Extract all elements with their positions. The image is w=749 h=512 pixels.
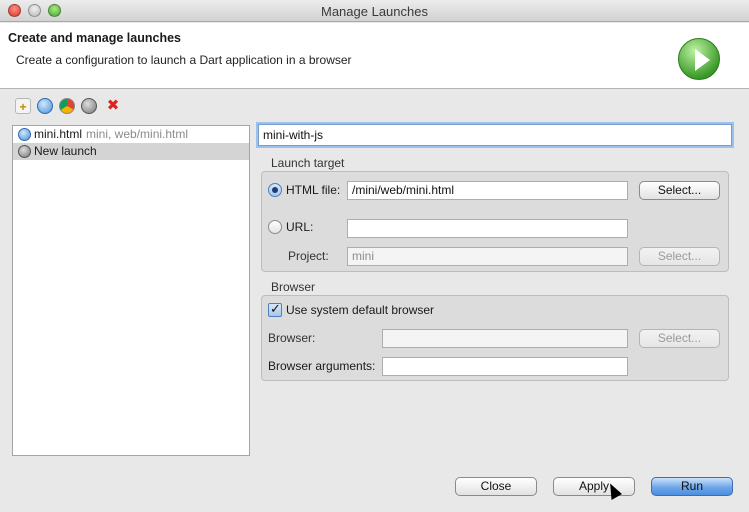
dialog-title: Create and manage launches <box>8 31 181 45</box>
browser-arguments-label: Browser arguments: <box>268 359 376 373</box>
dart-launch-icon[interactable] <box>37 98 53 114</box>
project-field: mini <box>347 247 628 266</box>
launch-target-label: Launch target <box>271 156 345 170</box>
launch-name-input[interactable]: mini-with-js <box>258 124 732 146</box>
launch-list[interactable]: mini.html mini, web/mini.html New launch <box>12 125 250 456</box>
checkmark-icon: ✓ <box>270 301 281 316</box>
project-select-button: Select... <box>639 247 720 266</box>
window-title: Manage Launches <box>321 4 428 19</box>
browser-field <box>382 329 628 348</box>
chrome-launch-icon[interactable] <box>59 98 75 114</box>
html-file-radio[interactable] <box>268 183 282 197</box>
list-item[interactable]: New launch <box>13 143 249 160</box>
launch-name: mini.html <box>34 127 83 141</box>
launch-target-group: HTML file: /mini/web/mini.html Select...… <box>261 171 729 272</box>
launch-name: New launch <box>34 144 97 158</box>
apply-button[interactable]: Apply <box>553 477 635 496</box>
close-button[interactable]: Close <box>455 477 537 496</box>
url-radio[interactable] <box>268 220 282 234</box>
dialog-description: Create a configuration to launch a Dart … <box>16 53 352 67</box>
new-launch-icon[interactable]: + <box>15 98 31 114</box>
browser-select-button: Select... <box>639 329 720 348</box>
window-titlebar: Manage Launches <box>0 0 749 22</box>
delete-icon[interactable]: ✖ <box>105 98 121 114</box>
launch-detail: mini, web/mini.html <box>86 127 189 141</box>
default-browser-label: Use system default browser <box>286 303 435 317</box>
browser-arguments-field[interactable] <box>382 357 628 376</box>
browser-group-label: Browser <box>271 280 316 294</box>
project-label: Project: <box>288 249 329 263</box>
run-button[interactable]: Run <box>651 477 733 496</box>
default-browser-checkbox[interactable]: ✓ <box>268 301 282 317</box>
html-file-select-button[interactable]: Select... <box>639 181 720 200</box>
url-field[interactable] <box>347 219 628 238</box>
url-label: URL: <box>286 220 314 234</box>
html-file-label: HTML file: <box>286 183 341 197</box>
web-launch-icon[interactable] <box>81 98 97 114</box>
web-icon <box>18 145 31 158</box>
html-file-field[interactable]: /mini/web/mini.html <box>347 181 628 200</box>
browser-group: ✓ Use system default browser Browser: Se… <box>261 295 729 381</box>
list-item[interactable]: mini.html mini, web/mini.html <box>13 126 249 143</box>
run-launch-icon <box>678 38 720 80</box>
dialog-header: Create and manage launches Create a conf… <box>0 23 749 89</box>
browser-label: Browser: <box>268 331 316 345</box>
dart-icon <box>18 128 31 141</box>
